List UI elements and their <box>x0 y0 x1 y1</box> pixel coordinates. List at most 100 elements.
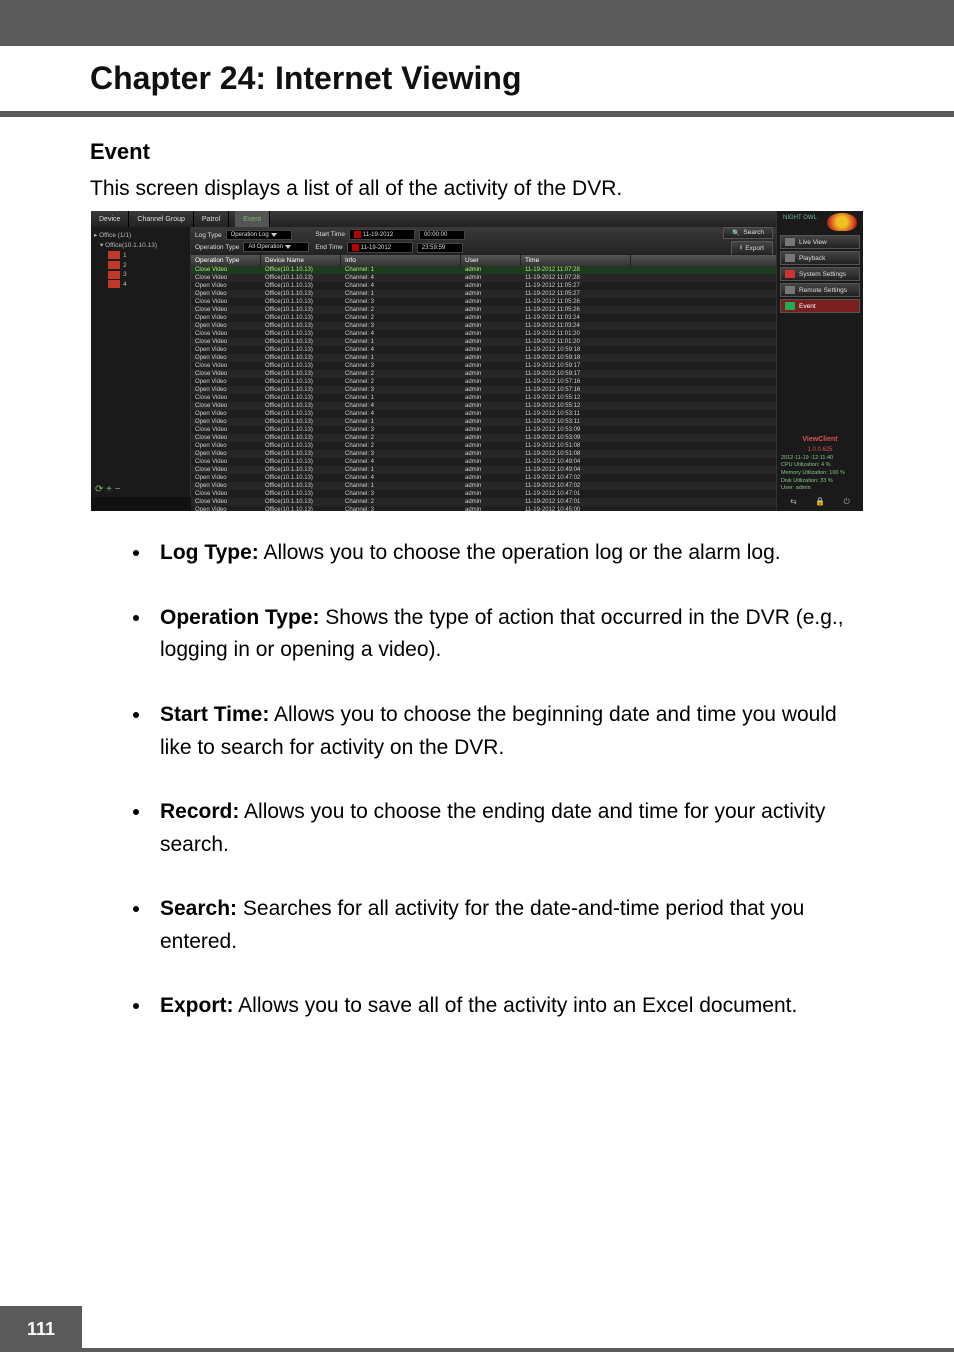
table-cell: admin <box>461 282 521 290</box>
table-row[interactable]: Close VideoOffice(10.1.10.13)Channel: 3a… <box>191 362 777 370</box>
table-cell: Open Video <box>191 282 261 290</box>
table-cell: admin <box>461 410 521 418</box>
main-panel: Log Type Operation Log Operation Type Al… <box>191 227 777 511</box>
table-cell: Channel: 1 <box>341 466 461 474</box>
table-cell: Office(10.1.10.13) <box>261 426 341 434</box>
side-btn-live-view[interactable]: Live View <box>780 235 860 249</box>
table-cell: admin <box>461 354 521 362</box>
col-time[interactable]: Time <box>521 255 631 266</box>
table-row[interactable]: Close VideoOffice(10.1.10.13)Channel: 1a… <box>191 466 777 474</box>
side-btn-event[interactable]: Event <box>780 299 860 313</box>
table-row[interactable]: Open VideoOffice(10.1.10.13)Channel: 4ad… <box>191 282 777 290</box>
table-row[interactable]: Open VideoOffice(10.1.10.13)Channel: 2ad… <box>191 442 777 450</box>
main-tab-event[interactable]: Event <box>235 211 270 227</box>
table-row[interactable]: Open VideoOffice(10.1.10.13)Channel: 1ad… <box>191 482 777 490</box>
disk-value: 33 % <box>820 478 833 484</box>
table-cell: Channel: 4 <box>341 458 461 466</box>
log-type-select[interactable]: Operation Log <box>226 230 292 240</box>
table-cell: 11-19-2012 11:07:28 <box>521 274 631 282</box>
table-row[interactable]: Close VideoOffice(10.1.10.13)Channel: 1a… <box>191 394 777 402</box>
col-operation-type[interactable]: Operation Type <box>191 255 261 266</box>
table-row[interactable]: Close VideoOffice(10.1.10.13)Channel: 2a… <box>191 434 777 442</box>
table-row[interactable]: Open VideoOffice(10.1.10.13)Channel: 3ad… <box>191 450 777 458</box>
brand-label: NIGHT OWL <box>783 215 817 221</box>
col-user[interactable]: User <box>461 255 521 266</box>
table-cell: Office(10.1.10.13) <box>261 314 341 322</box>
side-btn-remote-settings[interactable]: Remote Settings <box>780 283 860 297</box>
table-row[interactable]: Open VideoOffice(10.1.10.13)Channel: 1ad… <box>191 418 777 426</box>
table-cell: admin <box>461 402 521 410</box>
table-cell: Office(10.1.10.13) <box>261 394 341 402</box>
start-time-label: Start Time <box>315 231 345 238</box>
top-tab-channel-group[interactable]: Channel Group <box>129 211 193 227</box>
table-cell: Channel: 1 <box>341 290 461 298</box>
calendar-icon <box>354 231 361 238</box>
table-row[interactable]: Close VideoOffice(10.1.10.13)Channel: 4a… <box>191 458 777 466</box>
end-time-input[interactable]: 23:59:59 <box>417 243 463 253</box>
export-button[interactable]: ⭳ Export <box>731 241 773 256</box>
table-row[interactable]: Close VideoOffice(10.1.10.13)Channel: 3a… <box>191 490 777 498</box>
tree-channel-2[interactable]: 2 <box>94 261 187 271</box>
col-info[interactable]: Info <box>341 255 461 266</box>
tree-root-office[interactable]: ▸ Office (1/1) <box>94 231 187 241</box>
table-cell: Open Video <box>191 354 261 362</box>
table-cell: 11-19-2012 10:59:17 <box>521 370 631 378</box>
table-row[interactable]: Close VideoOffice(10.1.10.13)Channel: 3a… <box>191 298 777 306</box>
table-cell: Office(10.1.10.13) <box>261 370 341 378</box>
table-row[interactable]: Open VideoOffice(10.1.10.13)Channel: 1ad… <box>191 290 777 298</box>
table-cell: Channel: 4 <box>341 474 461 482</box>
end-date-input[interactable]: 11-19-2012 <box>347 242 413 253</box>
start-time-input[interactable]: 00:00:00 <box>419 230 465 240</box>
table-cell: admin <box>461 418 521 426</box>
tree-device-office[interactable]: ▾ Office(10.1.10.13) <box>94 241 187 251</box>
table-row[interactable]: Close VideoOffice(10.1.10.13)Channel: 4a… <box>191 402 777 410</box>
top-tab-patrol[interactable]: Patrol <box>194 211 229 227</box>
table-header: Operation Type Device Name Info User Tim… <box>191 255 777 266</box>
table-row[interactable]: Open VideoOffice(10.1.10.13)Channel: 4ad… <box>191 410 777 418</box>
table-cell: Open Video <box>191 410 261 418</box>
table-cell: Office(10.1.10.13) <box>261 338 341 346</box>
table-cell: Channel: 2 <box>341 434 461 442</box>
col-device-name[interactable]: Device Name <box>261 255 341 266</box>
table-row[interactable]: Close VideoOffice(10.1.10.13)Channel: 4a… <box>191 274 777 282</box>
tree-channel-3[interactable]: 3 <box>94 270 187 280</box>
table-row[interactable]: Close VideoOffice(10.1.10.13)Channel: 2a… <box>191 498 777 506</box>
table-cell: Close Video <box>191 402 261 410</box>
table-row[interactable]: Open VideoOffice(10.1.10.13)Channel: 3ad… <box>191 322 777 330</box>
table-row[interactable]: Close VideoOffice(10.1.10.13)Channel: 1a… <box>191 338 777 346</box>
table-cell: Office(10.1.10.13) <box>261 322 341 330</box>
table-row[interactable]: Open VideoOffice(10.1.10.13)Channel: 3ad… <box>191 506 777 511</box>
description: Allows you to choose the ending date and… <box>160 800 825 856</box>
table-row[interactable]: Close VideoOffice(10.1.10.13)Channel: 2a… <box>191 306 777 314</box>
table-cell: Open Video <box>191 314 261 322</box>
table-row[interactable]: Open VideoOffice(10.1.10.13)Channel: 3ad… <box>191 386 777 394</box>
start-date-input[interactable]: 11-19-2012 <box>349 229 415 240</box>
table-row[interactable]: Open VideoOffice(10.1.10.13)Channel: 4ad… <box>191 474 777 482</box>
table-cell: Close Video <box>191 266 261 274</box>
tree-channel-4[interactable]: 4 <box>94 280 187 290</box>
switch-user-icon[interactable]: ⇆ <box>790 496 797 507</box>
table-cell: Channel: 4 <box>341 402 461 410</box>
tree-channel-1[interactable]: 1 <box>94 251 187 261</box>
power-icon[interactable]: ⏻ <box>843 496 849 507</box>
lock-icon[interactable]: 🔒 <box>815 496 825 507</box>
table-cell: 11-19-2012 10:55:12 <box>521 402 631 410</box>
table-row[interactable]: Close VideoOffice(10.1.10.13)Channel: 4a… <box>191 330 777 338</box>
table-cell: admin <box>461 290 521 298</box>
side-btn-playback[interactable]: Playback <box>780 251 860 265</box>
table-row[interactable]: Close VideoOffice(10.1.10.13)Channel: 2a… <box>191 370 777 378</box>
table-row[interactable]: Open VideoOffice(10.1.10.13)Channel: 2ad… <box>191 314 777 322</box>
table-row[interactable]: Close VideoOffice(10.1.10.13)Channel: 1a… <box>191 266 777 274</box>
page-footer: 111 <box>0 1306 954 1352</box>
table-row[interactable]: Open VideoOffice(10.1.10.13)Channel: 4ad… <box>191 346 777 354</box>
term: Search: <box>160 897 237 920</box>
operation-type-select[interactable]: All Operation <box>243 242 309 252</box>
search-button[interactable]: 🔍 Search <box>723 227 773 239</box>
table-row[interactable]: Close VideoOffice(10.1.10.13)Channel: 3a… <box>191 426 777 434</box>
side-btn-system-settings[interactable]: System Settings <box>780 267 860 281</box>
table-row[interactable]: Open VideoOffice(10.1.10.13)Channel: 1ad… <box>191 354 777 362</box>
table-cell: 11-19-2012 10:51:08 <box>521 442 631 450</box>
tree-toolbar[interactable]: ⟳ + − <box>95 484 121 495</box>
top-tab-device[interactable]: Device <box>91 211 129 227</box>
table-row[interactable]: Open VideoOffice(10.1.10.13)Channel: 2ad… <box>191 378 777 386</box>
